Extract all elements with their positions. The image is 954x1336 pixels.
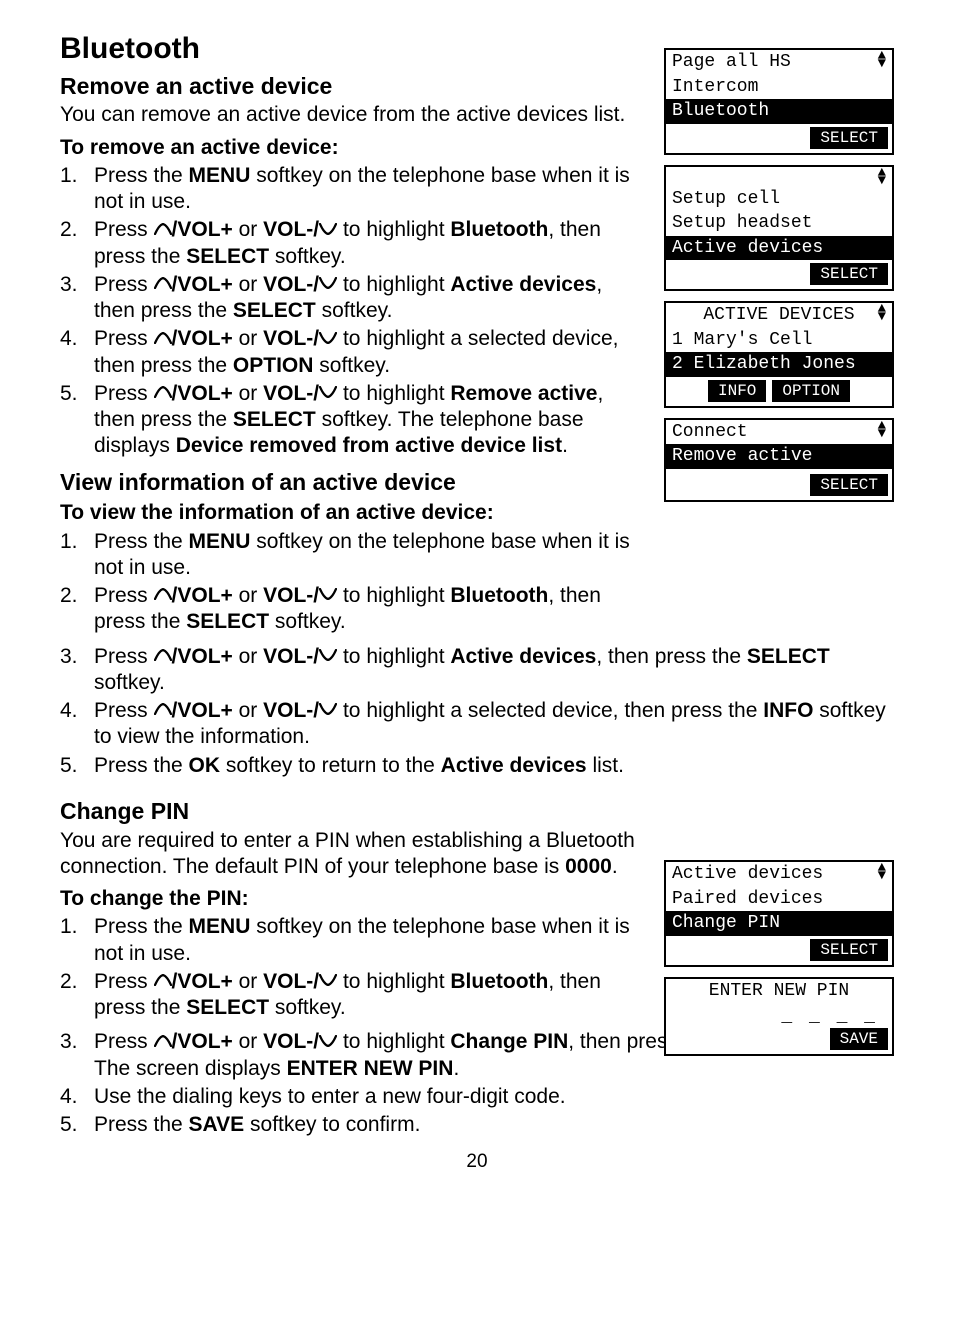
lcd-screen: ▲▼Active devicesPaired devicesChange PIN…	[664, 860, 894, 967]
screen-line: Connect	[666, 420, 892, 445]
softkey-info: INFO	[708, 380, 766, 402]
screen-stack-bottom: ▲▼Active devicesPaired devicesChange PIN…	[664, 860, 894, 1056]
step-item: 2.Press /VOL+ or VOL-/ to highlight Blue…	[60, 217, 640, 270]
steps-view-a: 1.Press the MENU softkey on the telephon…	[60, 529, 640, 636]
screen-line: Paired devices	[666, 887, 892, 912]
lcd-screen: ▲▼ Setup cellSetup headsetActive devicesS…	[664, 165, 894, 292]
step-item: 3.Press /VOL+ or VOL-/ to highlight Acti…	[60, 644, 890, 697]
updown-icon: ▲▼	[878, 305, 886, 321]
screen-line: Setup cell	[666, 187, 892, 212]
step-item: 1.Press the MENU softkey on the telephon…	[60, 529, 640, 582]
screen-line: Change PIN	[666, 911, 892, 936]
step-item: 1.Press the MENU softkey on the telephon…	[60, 163, 640, 216]
screen-stack-top: ▲▼Page all HSIntercomBluetoothSELECT▲▼Se…	[664, 48, 894, 502]
lcd-screen: ENTER NEW PIN _ _ _ _ SAVE	[664, 977, 894, 1057]
softkey-select: SELECT	[810, 474, 888, 496]
pin-input-line: _ _ _ _	[666, 1005, 892, 1025]
softkey-select: SELECT	[810, 939, 888, 961]
screen-line: Intercom	[666, 75, 892, 100]
section-subhead: To view the information of an active dev…	[60, 500, 640, 526]
steps-view-b: 3.Press /VOL+ or VOL-/ to highlight Acti…	[60, 644, 890, 779]
page-number: 20	[60, 1150, 894, 1174]
lcd-screen: ▲▼ConnectRemove active SELECT	[664, 418, 894, 502]
section-intro-pin: You are required to enter a PIN when est…	[60, 828, 640, 881]
step-item: 5.Press /VOL+ or VOL-/ to highlight Remo…	[60, 381, 640, 460]
section-subhead: To remove an active device:	[60, 135, 640, 161]
step-item: 4.Press /VOL+ or VOL-/ to highlight a se…	[60, 698, 890, 751]
section-heading-view: View information of an active device	[60, 468, 640, 497]
screen-line: 1 Mary's Cell	[666, 328, 892, 353]
section-heading-remove: Remove an active device	[60, 72, 640, 101]
lcd-screen: ▲▼Page all HSIntercomBluetooth SELECT	[664, 48, 894, 155]
screen-line: Active devices	[666, 236, 892, 261]
lcd-screen: ▲▼ACTIVE DEVICES1 Mary's Cell2 Elizabeth…	[664, 301, 894, 408]
screen-line: 2 Elizabeth Jones	[666, 352, 892, 377]
screen-line: ENTER NEW PIN	[666, 979, 892, 1004]
screen-line: Bluetooth	[666, 99, 892, 124]
screen-line: Remove active	[666, 444, 892, 469]
step-item: 2.Press /VOL+ or VOL-/ to highlight Blue…	[60, 969, 640, 1022]
softkey-select: SELECT	[810, 127, 888, 149]
step-item: 3.Press /VOL+ or VOL-/ to highlight Acti…	[60, 272, 640, 325]
updown-icon: ▲▼	[878, 52, 886, 68]
softkey-select: SELECT	[810, 263, 888, 285]
screen-line: Active devices	[666, 862, 892, 887]
steps-pin-a: 1.Press the MENU softkey on the telephon…	[60, 914, 640, 1021]
softkey-option: OPTION	[772, 380, 850, 402]
step-item: 1.Press the MENU softkey on the telephon…	[60, 914, 640, 967]
screen-line: Page all HS	[666, 50, 892, 75]
step-item: 5.Press the SAVE softkey to confirm.	[60, 1112, 890, 1138]
step-item: 2.Press /VOL+ or VOL-/ to highlight Blue…	[60, 583, 640, 636]
screen-line: ACTIVE DEVICES	[666, 303, 892, 328]
step-item: 4.Press /VOL+ or VOL-/ to highlight a se…	[60, 326, 640, 379]
softkey-save: SAVE	[830, 1028, 888, 1050]
screen-line: Setup headset	[666, 211, 892, 236]
section-heading-pin: Change PIN	[60, 797, 640, 826]
updown-icon: ▲▼	[878, 864, 886, 880]
steps-remove: 1.Press the MENU softkey on the telephon…	[60, 163, 640, 460]
step-item: 5.Press the OK softkey to return to the …	[60, 753, 890, 779]
section-subhead: To change the PIN:	[60, 886, 640, 912]
section-intro: You can remove an active device from the…	[60, 102, 640, 128]
updown-icon: ▲▼	[878, 169, 886, 185]
step-item: 4.Use the dialing keys to enter a new fo…	[60, 1084, 890, 1110]
updown-icon: ▲▼	[878, 422, 886, 438]
